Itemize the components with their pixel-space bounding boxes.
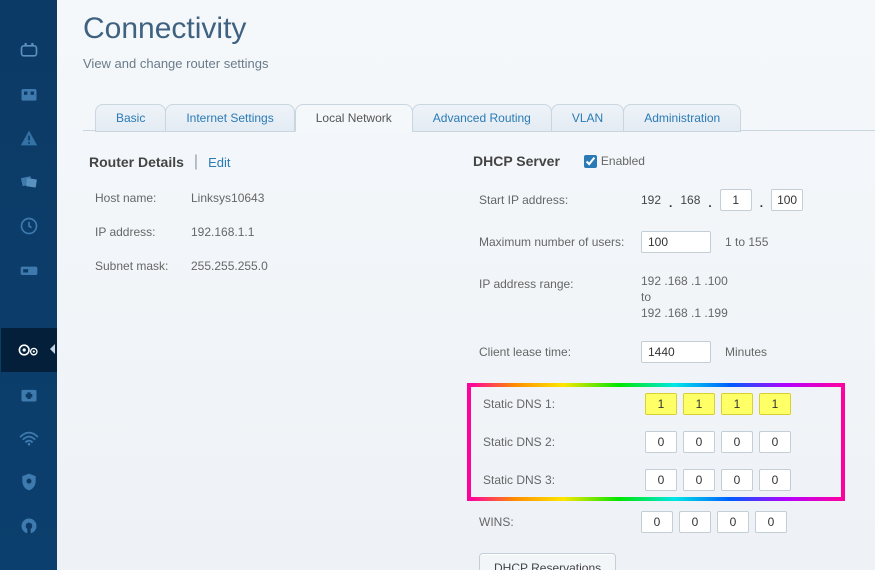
ip-range-label: IP address range:: [479, 273, 627, 291]
dns2-label: Static DNS 2:: [483, 431, 631, 449]
dns1-a[interactable]: [645, 393, 677, 415]
sidebar-warning-icon[interactable]: [1, 116, 57, 160]
dns1-b[interactable]: [683, 393, 715, 415]
dns3-b[interactable]: [683, 469, 715, 491]
hostname-value: Linksys10643: [191, 191, 264, 205]
max-users-label: Maximum number of users:: [479, 231, 627, 249]
main-content: Connectivity View and change router sett…: [57, 0, 875, 570]
wins-d[interactable]: [755, 511, 787, 533]
sidebar-wifi-icon[interactable]: [1, 416, 57, 460]
dns3-c[interactable]: [721, 469, 753, 491]
wins-b[interactable]: [679, 511, 711, 533]
ip-address-value: 192.168.1.1: [191, 225, 254, 239]
tab-basic[interactable]: Basic: [95, 104, 166, 132]
tab-vlan[interactable]: VLAN: [551, 104, 624, 132]
sidebar-clock-icon[interactable]: [1, 204, 57, 248]
sidebar-opensource-icon[interactable]: [1, 504, 57, 548]
sidebar-cards-icon[interactable]: [1, 160, 57, 204]
dhcp-enabled-label: Enabled: [601, 154, 645, 168]
dhcp-reservations-button[interactable]: DHCP Reservations: [479, 553, 616, 570]
lease-time-input[interactable]: [641, 341, 711, 363]
subnet-mask-value: 255.255.255.0: [191, 259, 268, 273]
lease-time-unit: Minutes: [725, 341, 767, 359]
wins-a[interactable]: [641, 511, 673, 533]
subnet-mask-label: Subnet mask:: [95, 259, 177, 273]
hostname-label: Host name:: [95, 191, 177, 205]
max-users-input[interactable]: [641, 231, 711, 253]
router-details-heading: Router Details: [89, 154, 184, 170]
start-ip-octet-4[interactable]: [771, 189, 803, 211]
dns-highlight-box: Static DNS 1: Static DNS 2:: [467, 383, 845, 501]
sidebar-settings-icon[interactable]: [1, 328, 57, 372]
dns2-b[interactable]: [683, 431, 715, 453]
dhcp-server-heading: DHCP Server: [473, 153, 560, 169]
page-subtitle: View and change router settings: [83, 56, 875, 71]
max-users-hint: 1 to 155: [725, 231, 768, 249]
ip-address-label: IP address:: [95, 225, 177, 239]
sidebar-health-icon[interactable]: [1, 372, 57, 416]
sidebar-dashboard-icon[interactable]: [1, 28, 57, 72]
dns3-d[interactable]: [759, 469, 791, 491]
wins-label: WINS:: [479, 511, 627, 529]
start-ip-octet-3[interactable]: [720, 189, 752, 211]
start-ip-label: Start IP address:: [479, 189, 627, 207]
tab-administration[interactable]: Administration: [623, 104, 741, 132]
wins-c[interactable]: [717, 511, 749, 533]
dns2-a[interactable]: [645, 431, 677, 453]
sidebar-apps-icon[interactable]: [1, 72, 57, 116]
dns1-d[interactable]: [759, 393, 791, 415]
ip-range-value: 192 .168 .1 .100 to 192 .168 .1 .199: [641, 273, 728, 321]
page-title: Connectivity: [83, 12, 875, 46]
dns2-c[interactable]: [721, 431, 753, 453]
dhcp-enabled-checkbox[interactable]: [584, 155, 597, 168]
dns3-a[interactable]: [645, 469, 677, 491]
tab-advanced-routing[interactable]: Advanced Routing: [412, 104, 552, 132]
dns2-d[interactable]: [759, 431, 791, 453]
tabbar: Basic Internet Settings Local Network Ad…: [83, 103, 875, 131]
dns3-label: Static DNS 3:: [483, 469, 631, 487]
dns1-label: Static DNS 1:: [483, 393, 631, 411]
dns1-c[interactable]: [721, 393, 753, 415]
edit-link[interactable]: Edit: [208, 155, 230, 170]
lease-time-label: Client lease time:: [479, 341, 627, 359]
sidebar-storage-icon[interactable]: [1, 248, 57, 292]
left-sidebar: [0, 0, 57, 570]
sidebar-security-icon[interactable]: [1, 460, 57, 504]
tab-internet-settings[interactable]: Internet Settings: [165, 104, 294, 132]
tab-local-network[interactable]: Local Network: [295, 104, 413, 132]
